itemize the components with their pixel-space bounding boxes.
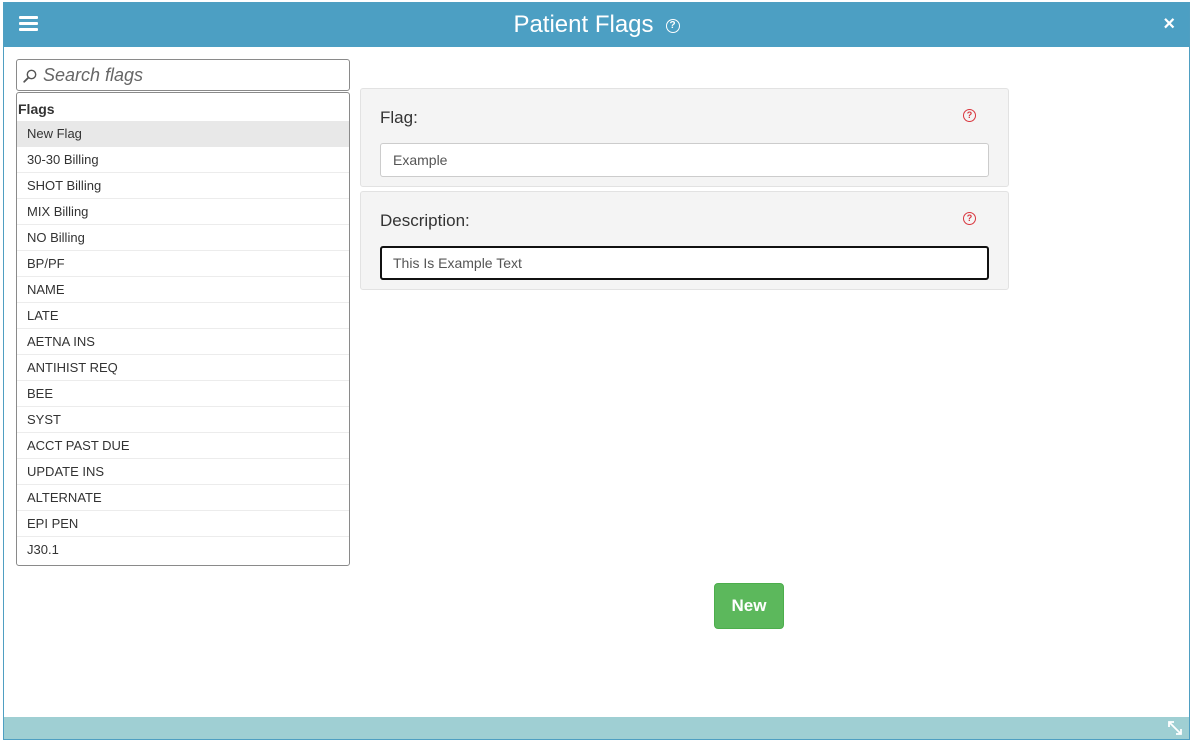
title-bar: Patient Flags? ×: [4, 3, 1189, 47]
search-icon: [23, 69, 37, 83]
description-input[interactable]: [380, 246, 989, 280]
flag-list-item[interactable]: SYST: [17, 407, 349, 433]
title-help-icon[interactable]: ?: [665, 19, 680, 33]
flag-list-item[interactable]: MIX Billing: [17, 199, 349, 225]
flag-help-icon[interactable]: ?: [963, 109, 976, 122]
flag-list-item[interactable]: UPDATE INS: [17, 459, 349, 485]
flags-list-header: Flags: [18, 101, 55, 117]
flag-list-item[interactable]: 30-30 Billing: [17, 147, 349, 173]
description-panel: Description: ?: [360, 191, 1009, 290]
flag-list-item[interactable]: NAME: [17, 277, 349, 303]
new-flag-button[interactable]: New: [714, 583, 784, 629]
flags-list: Flags New Flag 30-30 Billing SHOT Billin…: [16, 92, 350, 566]
patient-flags-window: Patient Flags? × Flags New Flag 30-30 Bi…: [3, 2, 1190, 740]
window-title: Patient Flags: [513, 11, 654, 38]
flag-panel: Flag: ?: [360, 88, 1009, 187]
flag-list-item[interactable]: New Flag: [17, 121, 349, 147]
flag-list-item[interactable]: J30.1: [17, 537, 349, 563]
flag-list-item[interactable]: NO Billing: [17, 225, 349, 251]
hamburger-menu-icon[interactable]: [19, 15, 38, 33]
title-container: Patient Flags?: [4, 3, 1189, 47]
description-help-icon[interactable]: ?: [963, 212, 976, 225]
description-label: Description:: [380, 211, 470, 230]
resize-icon[interactable]: [1167, 720, 1183, 736]
flag-list-item[interactable]: BEE: [17, 381, 349, 407]
flag-label: Flag:: [380, 108, 418, 127]
flag-list-item[interactable]: ACCT PAST DUE: [17, 433, 349, 459]
flag-list-item[interactable]: LATE: [17, 303, 349, 329]
flag-list-item[interactable]: EPI PEN: [17, 511, 349, 537]
search-box: [16, 59, 350, 91]
flag-list-item[interactable]: AETNA INS: [17, 329, 349, 355]
flag-name-input[interactable]: [380, 143, 989, 177]
footer-bar: [4, 717, 1189, 739]
close-icon[interactable]: ×: [1163, 14, 1175, 34]
flag-list-item[interactable]: BP/PF: [17, 251, 349, 277]
flag-list-item[interactable]: ALTERNATE: [17, 485, 349, 511]
flag-list-item[interactable]: ANTIHIST REQ: [17, 355, 349, 381]
search-input[interactable]: [43, 61, 343, 89]
flag-list-item[interactable]: SHOT Billing: [17, 173, 349, 199]
